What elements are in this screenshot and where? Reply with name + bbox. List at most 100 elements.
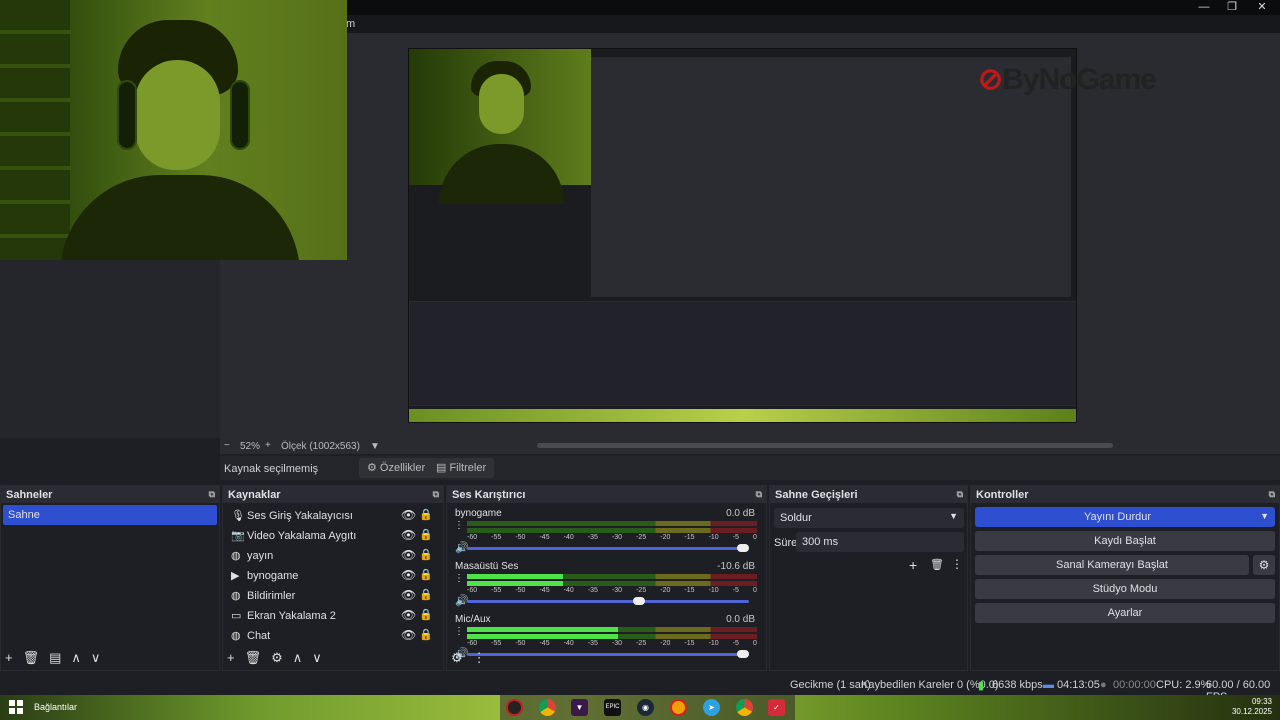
windows-taskbar: Bağlantılar ▼ EPIC ◉ ➤ ✓ 09:33 30.12.202…: [0, 695, 1280, 720]
channel-menu-icon[interactable]: ⋮: [454, 520, 464, 531]
chrome-icon[interactable]: [539, 699, 556, 716]
lock-icon[interactable]: 🔒: [419, 508, 433, 521]
source-item[interactable]: ▭ Ekran Yakalama 2 👁 🔒: [229, 606, 439, 626]
start-record-button[interactable]: Kaydı Başlat: [975, 531, 1275, 551]
menu-fragment[interactable]: m: [346, 18, 355, 30]
lock-icon[interactable]: 🔒: [419, 608, 433, 621]
volume-slider[interactable]: [467, 597, 749, 605]
channel-menu-icon[interactable]: ⋮: [454, 626, 464, 637]
scene-item[interactable]: Sahne: [3, 505, 217, 525]
source-item[interactable]: 📷 Video Yakalama Aygıtı 👁 🔒: [229, 526, 439, 546]
visibility-eye-icon[interactable]: 👁: [401, 568, 416, 582]
volume-knob[interactable]: [632, 597, 645, 605]
source-properties-button[interactable]: ⚙: [271, 650, 283, 665]
volume-slider[interactable]: [467, 544, 749, 552]
source-item[interactable]: 🎙 Ses Giriş Yakalayıcısı 👁 🔒: [229, 506, 439, 526]
webcam-source[interactable]: [0, 0, 347, 260]
epic-icon[interactable]: EPIC: [604, 699, 621, 716]
vs-icon[interactable]: ▼: [571, 699, 588, 716]
controls-dock: Kontroller ⧉ Yayını Durdur ▼ Kaydı Başlat …: [970, 485, 1280, 671]
mixer-menu-icon[interactable]: ⋮: [473, 650, 486, 665]
move-down-button[interactable]: ∨: [91, 650, 101, 665]
cpu-usage: CPU: 2.9%: [1156, 679, 1211, 691]
close-button[interactable]: ✕: [1252, 1, 1272, 13]
chevron-down-icon[interactable]: ▼: [1260, 511, 1269, 521]
transition-menu-icon[interactable]: ⋮: [951, 557, 963, 571]
gear-icon[interactable]: ⚙: [1253, 555, 1275, 575]
add-transition-button[interactable]: +: [909, 557, 917, 573]
nested-preview: [408, 48, 1077, 423]
studio-mode-button[interactable]: Stüdyo Modu: [975, 579, 1275, 599]
undock-icon[interactable]: ⧉: [756, 489, 762, 500]
filters-button[interactable]: ▤ Filtreler: [428, 458, 495, 478]
add-scene-button[interactable]: +: [5, 650, 13, 665]
zoom-in-button[interactable]: +: [265, 440, 271, 451]
virtual-camera-button[interactable]: Sanal Kamerayı Başlat: [975, 555, 1249, 575]
advanced-audio-icon[interactable]: ⚙: [451, 650, 463, 665]
undock-icon[interactable]: ⧉: [957, 489, 963, 500]
add-source-button[interactable]: +: [227, 650, 235, 665]
move-up-button[interactable]: ∧: [293, 650, 303, 665]
taskbar-label[interactable]: Bağlantılar: [34, 702, 77, 712]
undock-icon[interactable]: ⧉: [1269, 489, 1275, 500]
preview-scrollbar[interactable]: [537, 443, 1113, 448]
minimize-button[interactable]: —: [1194, 1, 1214, 13]
meter-tick: -55: [491, 534, 502, 541]
clock-date[interactable]: 30.12.2025: [1232, 707, 1272, 717]
volume-slider[interactable]: [467, 650, 749, 658]
source-item[interactable]: ◍ Chat 👁 🔒: [229, 626, 439, 646]
volume-knob[interactable]: [737, 544, 749, 552]
duration-input[interactable]: 300 ms: [796, 532, 964, 552]
move-up-button[interactable]: ∧: [71, 650, 81, 665]
transition-select[interactable]: Soldur ▼: [774, 508, 964, 528]
lock-icon[interactable]: 🔒: [419, 528, 433, 541]
obs-icon[interactable]: [506, 699, 523, 716]
mixer-channel: Masaüstü Ses -10.6 dB ⋮ -60 -55 -50 -45 -40 -35-…: [451, 561, 757, 613]
visibility-eye-icon[interactable]: 👁: [401, 548, 416, 562]
visibility-eye-icon[interactable]: 👁: [401, 628, 416, 642]
meter-tick: -15: [684, 534, 695, 541]
scale-dropdown-icon[interactable]: ▼: [370, 441, 380, 452]
stop-stream-button[interactable]: Yayını Durdur ▼: [975, 507, 1275, 527]
preview-left-area: [0, 260, 220, 438]
telegram-icon[interactable]: ➤: [703, 699, 720, 716]
remove-scene-button[interactable]: 🗑: [23, 650, 40, 665]
visibility-eye-icon[interactable]: 👁: [401, 588, 416, 602]
channel-menu-icon[interactable]: ⋮: [454, 573, 464, 584]
maximize-button[interactable]: ❐: [1222, 1, 1242, 13]
bynogame-app-icon[interactable]: ✓: [768, 699, 785, 716]
undock-icon[interactable]: ⧉: [209, 489, 215, 500]
mixer-title: Ses Karıştırıcı: [452, 489, 526, 501]
level-meter: [467, 521, 757, 526]
lock-icon[interactable]: 🔒: [419, 588, 433, 601]
undock-icon[interactable]: ⧉: [433, 489, 439, 500]
source-item[interactable]: ◍ Bildirimler 👁 🔒: [229, 586, 439, 606]
source-item[interactable]: ◍ yayın 👁 🔒: [229, 546, 439, 566]
channel-db: -10.6 dB: [717, 561, 755, 572]
system-tray: 09:33 30.12.2025: [1232, 697, 1272, 717]
lock-icon[interactable]: 🔒: [419, 568, 433, 581]
properties-button[interactable]: ⚙ Özellikler: [359, 458, 434, 478]
lock-icon[interactable]: 🔒: [419, 628, 433, 641]
meter-tick: -55: [491, 640, 502, 647]
channel-db: 0.0 dB: [726, 508, 755, 519]
move-down-button[interactable]: ∨: [312, 650, 322, 665]
visibility-eye-icon[interactable]: 👁: [401, 608, 416, 622]
zoom-out-button[interactable]: −: [224, 440, 230, 451]
settings-button[interactable]: Ayarlar: [975, 603, 1275, 623]
clock-time[interactable]: 09:33: [1232, 697, 1272, 707]
level-meter: [467, 528, 757, 533]
steam-icon[interactable]: ◉: [637, 699, 654, 716]
volume-knob[interactable]: [737, 650, 749, 658]
visibility-eye-icon[interactable]: 👁: [401, 528, 416, 542]
remove-transition-button[interactable]: 🗑: [930, 558, 944, 571]
opera-icon[interactable]: [670, 699, 687, 716]
windows-start-icon[interactable]: [9, 700, 23, 714]
lock-icon[interactable]: 🔒: [419, 548, 433, 561]
source-name: Chat: [247, 630, 271, 642]
scene-filters-button[interactable]: ▤: [49, 650, 61, 665]
source-item[interactable]: ▶ bynogame 👁 🔒: [229, 566, 439, 586]
chrome-icon[interactable]: [736, 699, 753, 716]
visibility-eye-icon[interactable]: 👁: [401, 508, 416, 522]
remove-source-button[interactable]: 🗑: [245, 650, 262, 665]
